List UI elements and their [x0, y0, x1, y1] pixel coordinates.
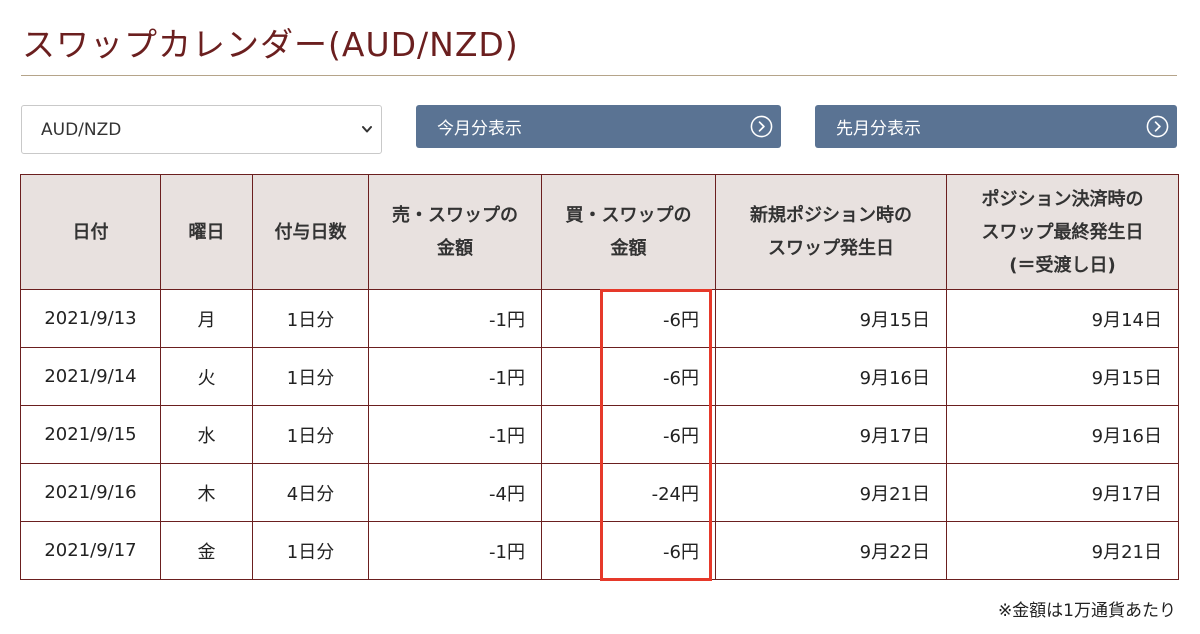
- cell-days: 1日分: [252, 405, 369, 464]
- header-days: 付与日数: [252, 174, 369, 290]
- cell-days: 4日分: [252, 463, 369, 522]
- cell-settlement-date: 9月17日: [946, 463, 1179, 522]
- cell-weekday: 金: [160, 521, 253, 580]
- header-new-position-date: 新規ポジション時の スワップ発生日: [715, 174, 947, 290]
- cell-new-position-date: 9月16日: [715, 347, 947, 406]
- cell-new-position-date: 9月17日: [715, 405, 947, 464]
- cell-weekday: 水: [160, 405, 253, 464]
- cell-buy-swap: -6円: [541, 405, 716, 464]
- table-header-row: 日付 曜日 付与日数 売・スワップの 金額 買・スワップの 金額 新規ポジション時の…: [20, 174, 1179, 290]
- cell-date: 2021/9/15: [20, 405, 161, 464]
- cell-sell-swap: -1円: [368, 405, 542, 464]
- header-weekday: 曜日: [160, 174, 253, 290]
- cell-new-position-date: 9月15日: [715, 289, 947, 348]
- cell-days: 1日分: [252, 521, 369, 580]
- footnote: ※金額は1万通貨あたり: [997, 601, 1176, 621]
- cell-settlement-date: 9月21日: [946, 521, 1179, 580]
- header-sell-swap: 売・スワップの 金額: [368, 174, 542, 290]
- cell-days: 1日分: [252, 347, 369, 406]
- title-divider: [21, 75, 1177, 76]
- show-last-month-button[interactable]: 先月分表示: [815, 105, 1177, 148]
- cell-weekday: 月: [160, 289, 253, 348]
- cell-settlement-date: 9月15日: [946, 347, 1179, 406]
- show-last-month-label: 先月分表示: [836, 119, 921, 139]
- cell-sell-swap: -1円: [368, 289, 542, 348]
- header-date: 日付: [20, 174, 161, 290]
- table-row: 2021/9/17 金 1日分 -1円 -6円 9月22日 9月21日: [20, 521, 1179, 580]
- cell-buy-swap: -6円: [541, 521, 716, 580]
- cell-date: 2021/9/13: [20, 289, 161, 348]
- cell-settlement-date: 9月14日: [946, 289, 1179, 348]
- currency-pair-select[interactable]: AUD/NZD: [21, 105, 382, 154]
- cell-buy-swap: -6円: [541, 289, 716, 348]
- show-this-month-label: 今月分表示: [437, 119, 522, 139]
- table-row: 2021/9/13 月 1日分 -1円 -6円 9月15日 9月14日: [20, 289, 1179, 348]
- cell-buy-swap: -6円: [541, 347, 716, 406]
- circle-arrow-right-icon: [1146, 115, 1169, 138]
- cell-sell-swap: -4円: [368, 463, 542, 522]
- page-title: スワップカレンダー(AUD/NZD): [22, 25, 519, 64]
- circle-arrow-right-icon: [750, 115, 773, 138]
- cell-settlement-date: 9月16日: [946, 405, 1179, 464]
- table-row: 2021/9/14 火 1日分 -1円 -6円 9月16日 9月15日: [20, 347, 1179, 406]
- table-row: 2021/9/15 水 1日分 -1円 -6円 9月17日 9月16日: [20, 405, 1179, 464]
- header-settlement-date: ポジション決済時の スワップ最終発生日 (＝受渡し日): [946, 174, 1179, 290]
- cell-weekday: 火: [160, 347, 253, 406]
- swap-calendar-table: 日付 曜日 付与日数 売・スワップの 金額 買・スワップの 金額 新規ポジション時の…: [20, 174, 1179, 580]
- cell-sell-swap: -1円: [368, 347, 542, 406]
- chevron-down-icon: [362, 126, 372, 133]
- cell-new-position-date: 9月22日: [715, 521, 947, 580]
- cell-weekday: 木: [160, 463, 253, 522]
- header-buy-swap: 買・スワップの 金額: [541, 174, 716, 290]
- cell-days: 1日分: [252, 289, 369, 348]
- show-this-month-button[interactable]: 今月分表示: [416, 105, 781, 148]
- cell-buy-swap: -24円: [541, 463, 716, 522]
- cell-date: 2021/9/14: [20, 347, 161, 406]
- currency-pair-value: AUD/NZD: [41, 119, 122, 140]
- cell-new-position-date: 9月21日: [715, 463, 947, 522]
- cell-sell-swap: -1円: [368, 521, 542, 580]
- table-row: 2021/9/16 木 4日分 -4円 -24円 9月21日 9月17日: [20, 463, 1179, 522]
- cell-date: 2021/9/17: [20, 521, 161, 580]
- cell-date: 2021/9/16: [20, 463, 161, 522]
